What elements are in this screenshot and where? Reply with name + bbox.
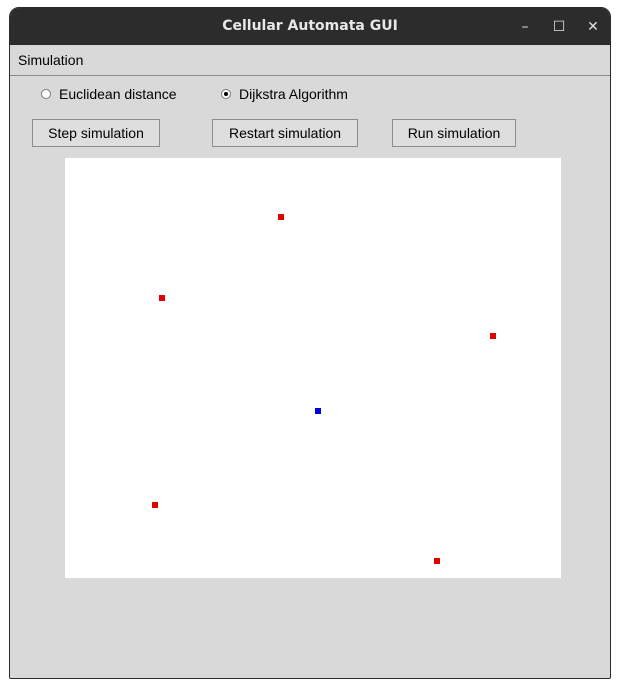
radio-label: Dijkstra Algorithm — [239, 86, 348, 102]
restart-simulation-button[interactable]: Restart simulation — [212, 119, 358, 147]
menu-bar: Simulation — [10, 45, 610, 76]
title-bar[interactable]: Cellular Automata GUI – ☐ ✕ — [10, 8, 610, 45]
radio-dijkstra-algorithm[interactable]: Dijkstra Algorithm — [221, 84, 348, 104]
step-simulation-button[interactable]: Step simulation — [32, 119, 160, 147]
radio-button-selected-icon[interactable] — [221, 89, 231, 99]
red-cell — [152, 502, 158, 508]
close-icon[interactable]: ✕ — [581, 16, 605, 38]
minimize-icon[interactable]: – — [513, 16, 537, 38]
red-cell — [278, 214, 284, 220]
red-cell — [434, 558, 440, 564]
app-window: Cellular Automata GUI – ☐ ✕ Simulation E… — [9, 7, 611, 679]
radio-button-icon[interactable] — [41, 89, 51, 99]
simulation-canvas[interactable] — [65, 158, 561, 578]
maximize-icon[interactable]: ☐ — [547, 16, 571, 38]
radio-label: Euclidean distance — [59, 86, 177, 102]
red-cell — [490, 333, 496, 339]
menu-simulation[interactable]: Simulation — [18, 45, 83, 75]
blue-cell — [315, 408, 321, 414]
red-cell — [159, 295, 165, 301]
run-simulation-button[interactable]: Run simulation — [392, 119, 516, 147]
radio-euclidean-distance[interactable]: Euclidean distance — [41, 84, 177, 104]
